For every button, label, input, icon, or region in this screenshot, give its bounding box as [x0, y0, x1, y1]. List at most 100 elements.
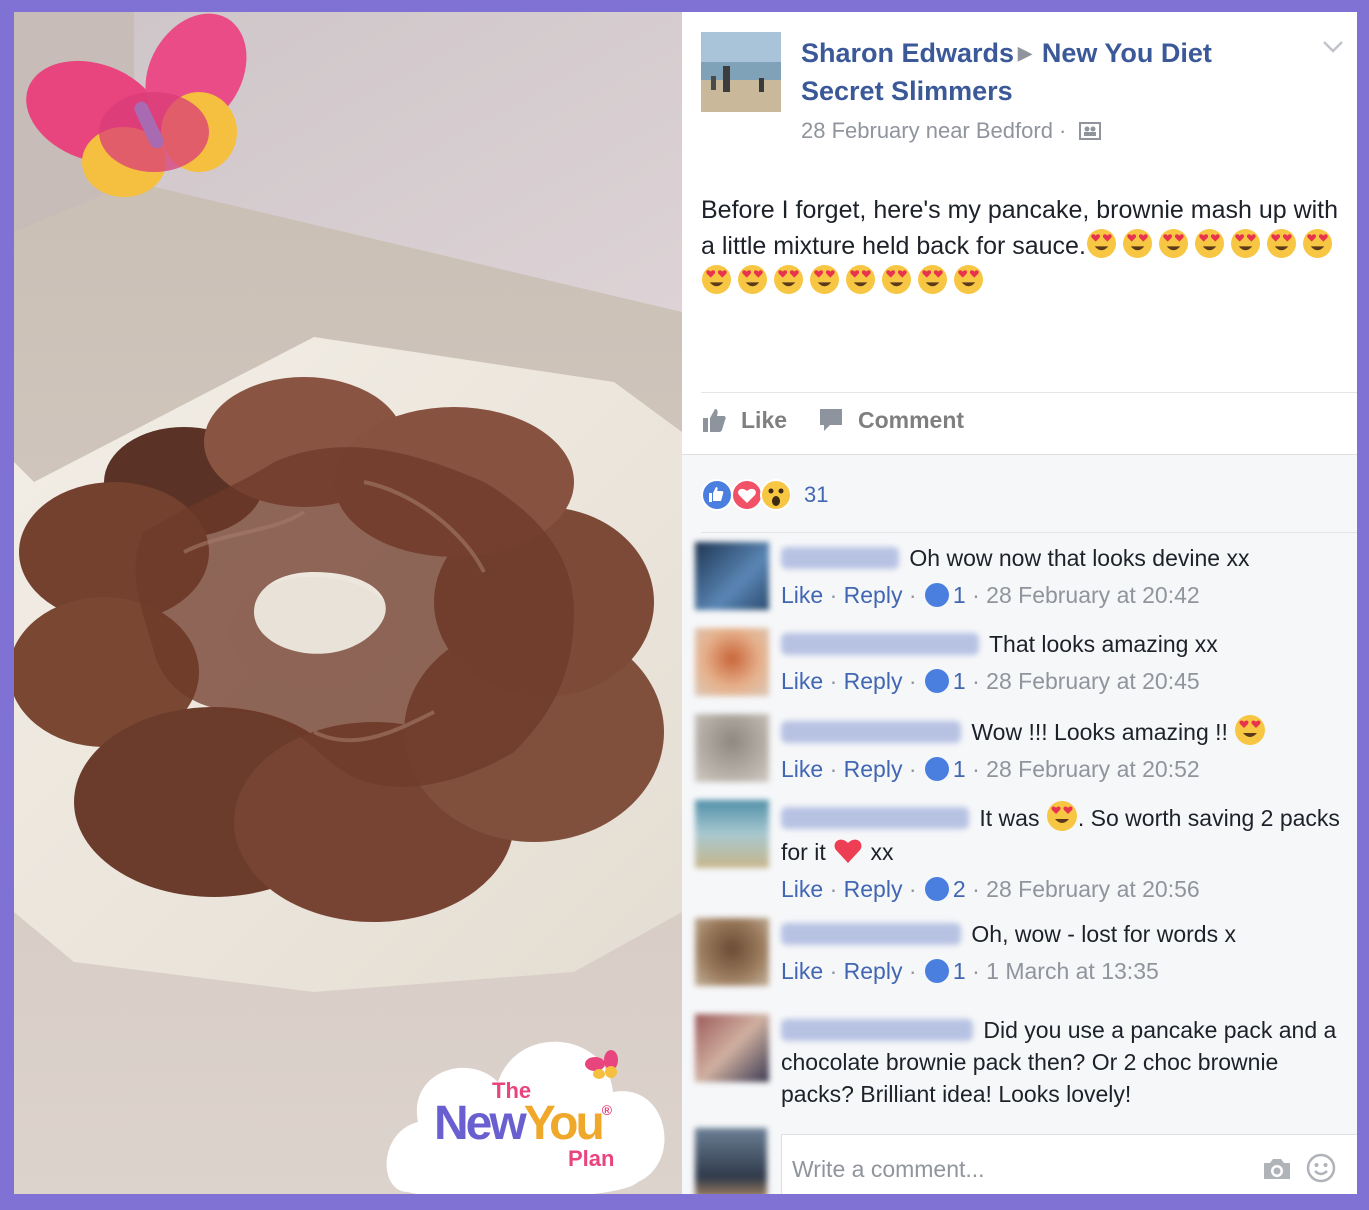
comment-label: Comment — [858, 407, 965, 433]
comment-timestamp[interactable]: 28 February at 20:45 — [986, 668, 1200, 694]
post-date-location[interactable]: 28 February near Bedford · — [801, 118, 1066, 143]
comment-like-count[interactable]: 2 — [953, 876, 966, 902]
commenter-avatar[interactable] — [695, 542, 769, 610]
comment-text: Wow !!! Looks amazing !! — [971, 719, 1228, 745]
heart-eyes-emoji — [881, 264, 912, 295]
comment-actions: Like · Reply · 1 · 28 February at 20:42 — [781, 582, 1200, 608]
commenter-name-blurred[interactable] — [781, 923, 961, 945]
comment-bubble-icon — [820, 409, 842, 431]
commenter-avatar[interactable] — [695, 800, 769, 868]
like-count-icon — [924, 757, 949, 781]
comment-timestamp[interactable]: 1 March at 13:35 — [986, 958, 1159, 984]
comment-like-link[interactable]: Like — [781, 876, 823, 902]
comment-like-count[interactable]: 1 — [953, 756, 966, 782]
commenter-name-blurred[interactable] — [781, 547, 899, 569]
love-reaction-icon — [731, 479, 763, 511]
comment-button[interactable]: Comment — [818, 407, 964, 434]
like-button[interactable]: Like — [701, 407, 787, 434]
chevron-down-icon[interactable] — [1322, 40, 1344, 54]
commenter-avatar[interactable] — [695, 714, 769, 782]
comment-reply-link[interactable]: Reply — [844, 958, 903, 984]
comment-reply-link[interactable]: Reply — [844, 582, 903, 608]
commenter-name-blurred[interactable] — [781, 1019, 973, 1041]
heart-eyes-emoji — [737, 264, 768, 295]
current-user-avatar — [695, 1128, 767, 1194]
logo-plan: Plan — [568, 1146, 615, 1171]
camera-icon[interactable] — [1262, 1157, 1292, 1181]
comment-actions: Like · Reply · 1 · 1 March at 13:35 — [781, 958, 1159, 984]
commenter-avatar[interactable] — [695, 1014, 769, 1082]
comment-like-count[interactable]: 1 — [953, 958, 966, 984]
heart-eyes-emoji — [1302, 228, 1333, 259]
thumbs-up-icon — [703, 409, 726, 432]
commenter-name-blurred[interactable] — [781, 721, 961, 743]
heart-eyes-emoji — [1158, 228, 1189, 259]
wow-reaction-icon — [760, 479, 792, 511]
heart-eyes-emoji — [1194, 228, 1225, 259]
post-header-names: Sharon Edwards ▶ New You Diet Secret Slimm… — [801, 34, 1281, 110]
author-avatar[interactable] — [701, 32, 781, 112]
group-audience-icon — [1078, 122, 1101, 140]
red-heart-emoji — [832, 834, 864, 866]
write-comment-input[interactable] — [790, 1151, 1234, 1187]
post-panel: Sharon Edwards ▶ New You Diet Secret Slimm… — [682, 12, 1357, 1194]
logo-reg: ® — [601, 1102, 613, 1118]
comment-text: Oh, wow - lost for words x — [971, 921, 1236, 947]
logo-new-you: NewYou® — [434, 1096, 612, 1151]
heart-eyes-emoji — [1046, 800, 1078, 832]
logo-you: You — [523, 1097, 605, 1150]
comment-actions: Like · Reply · 1 · 28 February at 20:45 — [781, 668, 1200, 694]
commenter-name-blurred[interactable] — [781, 633, 979, 655]
heart-eyes-emoji — [845, 264, 876, 295]
emoji-smile-icon[interactable] — [1306, 1153, 1336, 1183]
comment-like-count[interactable]: 1 — [953, 582, 966, 608]
like-label: Like — [741, 407, 788, 433]
divider — [701, 392, 1357, 393]
heart-eyes-emoji — [953, 264, 984, 295]
heart-eyes-emoji — [917, 264, 948, 295]
comment-like-link[interactable]: Like — [781, 756, 823, 782]
comment-reply-link[interactable]: Reply — [844, 668, 903, 694]
beach-profile-image — [701, 32, 781, 112]
comment-like-count[interactable]: 1 — [953, 668, 966, 694]
comment-body: That looks amazing xx Like · Reply · 1 ·… — [781, 628, 1341, 696]
comment-actions: Like · Reply · 2 · 28 February at 20:56 — [781, 876, 1200, 902]
comment-text-part: xx — [870, 839, 894, 865]
comment-body: Wow !!! Looks amazing !! Like · Reply · … — [781, 714, 1341, 784]
comment-body: Oh, wow - lost for words x Like · Reply … — [781, 918, 1341, 986]
logo-new: New — [434, 1097, 527, 1150]
comment-like-link[interactable]: Like — [781, 958, 823, 984]
comment-actions: Like · Reply · 1 · 28 February at 20:52 — [781, 756, 1200, 782]
heart-eyes-emoji — [1230, 228, 1261, 259]
comment-text: That looks amazing xx — [988, 631, 1218, 657]
comment-timestamp[interactable]: 28 February at 20:52 — [986, 756, 1200, 782]
like-count-icon — [924, 877, 949, 901]
comment-body: Oh wow now that looks devine xx Like · R… — [781, 542, 1341, 610]
heart-eyes-emoji — [1086, 228, 1117, 259]
heart-eyes-emoji — [773, 264, 804, 295]
post-photo[interactable]: The NewYou® Plan — [14, 12, 682, 1194]
comment-like-link[interactable]: Like — [781, 668, 823, 694]
comment-text-part: It was — [979, 805, 1040, 831]
comment-reply-link[interactable]: Reply — [844, 756, 903, 782]
post-text: Before I forget, here's my pancake, brow… — [701, 192, 1351, 300]
arrow-right-icon: ▶ — [1018, 43, 1032, 63]
comment-body: Did you use a pancake pack and a chocola… — [781, 1014, 1341, 1110]
commenter-avatar[interactable] — [695, 918, 769, 986]
heart-eyes-emoji — [701, 264, 732, 295]
new-you-plan-logo: The NewYou® Plan — [378, 1012, 678, 1194]
comment-body: It was . So worth saving 2 packs for it … — [781, 800, 1341, 904]
post-meta: 28 February near Bedford · — [801, 118, 1101, 144]
write-comment-box[interactable] — [781, 1134, 1357, 1194]
comment-timestamp[interactable]: 28 February at 20:42 — [986, 582, 1200, 608]
comment-text: Oh wow now that looks devine xx — [909, 545, 1250, 571]
page-frame: The NewYou® Plan Sharon Edwards ▶ New You … — [0, 0, 1369, 1210]
comment-timestamp[interactable]: 28 February at 20:56 — [986, 876, 1200, 902]
heart-eyes-emoji — [1234, 714, 1266, 746]
author-name-link[interactable]: Sharon Edwards — [801, 38, 1014, 68]
comment-reply-link[interactable]: Reply — [844, 876, 903, 902]
comment-like-link[interactable]: Like — [781, 582, 823, 608]
commenter-name-blurred[interactable] — [781, 807, 969, 829]
commenter-avatar[interactable] — [695, 628, 769, 696]
reactions-summary[interactable]: 31 — [701, 478, 828, 512]
